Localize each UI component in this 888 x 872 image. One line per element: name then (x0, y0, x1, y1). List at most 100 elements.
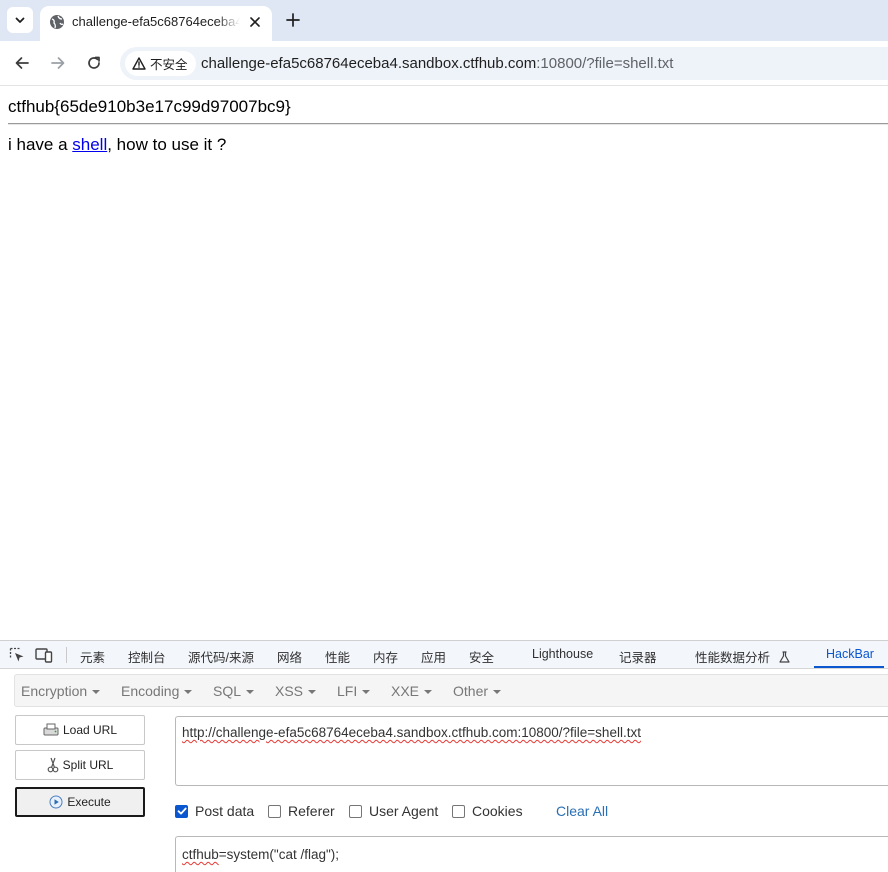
devtools-tab-memory[interactable]: 内存 (373, 647, 398, 666)
post-data-label: Post data (195, 803, 255, 819)
back-icon (15, 57, 29, 69)
devtools-tab-sources[interactable]: 源代码/来源 (188, 647, 254, 666)
devtools-tabbar: 元素 控制台 源代码/来源 网络 性能 内存 应用 安全 Lighthouse … (0, 641, 888, 669)
menu-xxe-label: XXE (391, 683, 420, 699)
split-url-button[interactable]: Split URL (15, 750, 145, 780)
caret-down-icon (184, 690, 193, 694)
devtools-tab-hackbar[interactable]: HackBar (826, 647, 874, 661)
post-data-option[interactable]: Post data (175, 803, 254, 819)
caret-down-icon (308, 690, 317, 694)
caret-down-icon (424, 690, 433, 694)
devtools-tab-security[interactable]: 安全 (469, 647, 494, 666)
url-text[interactable]: challenge-efa5c68764eceba4.sandbox.ctfhu… (201, 55, 673, 72)
caret-down-icon (92, 690, 101, 694)
devtools-tab-network[interactable]: 网络 (277, 647, 302, 666)
warning-icon (132, 57, 146, 70)
security-label: 不安全 (150, 58, 188, 72)
hackbar-menu: Encryption Encoding SQL XSS LFI XXE Othe… (14, 674, 888, 707)
sentence-start: i have a (8, 135, 73, 154)
address-bar[interactable]: 不安全 challenge-efa5c68764eceba4.sandbox.c… (120, 47, 888, 80)
devtools-tab-performance[interactable]: 性能 (325, 647, 350, 666)
referer-label: Referer (288, 803, 335, 819)
shell-link[interactable]: shell (72, 135, 107, 154)
tabbar-divider (66, 647, 67, 663)
flag-text: ctfhub{65de910b3e17c99d97007bc9} (8, 97, 291, 116)
browser-toolbar: 不安全 challenge-efa5c68764eceba4.sandbox.c… (0, 41, 888, 86)
horizontal-rule (8, 123, 888, 125)
forward-icon (51, 57, 65, 69)
menu-encryption[interactable]: Encryption (21, 683, 101, 699)
flask-icon (778, 651, 790, 663)
performance-insights-label: 性能数据分析 (695, 651, 771, 665)
clear-all-link[interactable]: Clear All (556, 803, 608, 819)
chevron-down-icon (15, 17, 25, 23)
reload-button[interactable] (82, 51, 106, 75)
post-data-textarea[interactable]: ctfhub=system("cat /flag"); (175, 836, 888, 872)
checkmark-icon (177, 807, 187, 815)
reload-icon (88, 56, 100, 69)
globe-icon (49, 14, 65, 35)
scissors-icon (47, 757, 59, 773)
caret-down-icon (246, 690, 255, 694)
url-textarea[interactable]: http://challenge-efa5c68764eceba4.sandbo… (175, 716, 888, 786)
hackbar-options: Post data Referer User Agent Cookies Cle… (175, 803, 888, 821)
devtools-tab-application[interactable]: 应用 (421, 647, 446, 666)
menu-lfi[interactable]: LFI (337, 683, 371, 699)
page-content: ctfhub{65de910b3e17c99d97007bc9} i have … (0, 87, 888, 640)
menu-other[interactable]: Other (453, 683, 502, 699)
devtools-panel: 元素 控制台 源代码/来源 网络 性能 内存 应用 安全 Lighthouse … (0, 640, 888, 872)
split-url-label: Split URL (62, 758, 114, 772)
referer-option[interactable]: Referer (268, 803, 335, 819)
sentence-end: , how to use it ? (107, 135, 227, 154)
browser-tab[interactable]: challenge-efa5c68764eceba4.sandbox.ctfhu… (40, 6, 272, 41)
active-tab-indicator (814, 666, 884, 668)
inspect-element-icon[interactable] (8, 646, 26, 664)
cookies-option[interactable]: Cookies (452, 803, 523, 819)
user-agent-option[interactable]: User Agent (349, 803, 438, 819)
new-tab-button[interactable] (280, 7, 306, 33)
back-button[interactable] (10, 51, 34, 75)
load-url-button[interactable]: Load URL (15, 715, 145, 745)
device-toolbar-icon[interactable] (35, 646, 53, 664)
load-icon (43, 723, 59, 736)
menu-lfi-label: LFI (337, 683, 358, 699)
tab-search-button[interactable] (7, 7, 33, 33)
menu-sql[interactable]: SQL (213, 683, 255, 699)
devtools-tab-console[interactable]: 控制台 (128, 647, 166, 666)
close-icon[interactable] (245, 12, 265, 32)
url-textarea-value: http://challenge-efa5c68764eceba4.sandbo… (182, 725, 641, 740)
page-sentence: i have a shell, how to use it ? (8, 135, 226, 155)
menu-other-label: Other (453, 683, 489, 699)
devtools-tab-performance-insights[interactable]: 性能数据分析 (695, 647, 790, 666)
execute-button[interactable]: Execute (15, 787, 145, 817)
plus-icon (286, 13, 300, 27)
devtools-tab-recorder[interactable]: 记录器 (619, 647, 657, 666)
menu-xss[interactable]: XSS (275, 683, 317, 699)
post-data-misspelled-word: ctfhub (182, 847, 219, 862)
execute-label: Execute (67, 795, 111, 809)
menu-encryption-label: Encryption (21, 683, 88, 699)
menu-encoding[interactable]: Encoding (121, 683, 193, 699)
referer-checkbox[interactable] (268, 804, 281, 818)
post-data-value: ctfhub=system("cat /flag"); (182, 847, 339, 862)
post-data-rest: =system("cat /flag"); (218, 847, 340, 862)
menu-encoding-label: Encoding (121, 683, 180, 699)
user-agent-label: User Agent (369, 803, 439, 819)
tab-title: challenge-efa5c68764eceba4.sandbox.ctfhu… (72, 14, 240, 29)
security-indicator[interactable]: 不安全 (125, 51, 196, 76)
menu-sql-label: SQL (213, 683, 242, 699)
menu-xxe[interactable]: XXE (391, 683, 433, 699)
devtools-tab-elements[interactable]: 元素 (80, 647, 105, 666)
caret-down-icon (493, 690, 502, 694)
cookies-label: Cookies (472, 803, 523, 819)
cookies-checkbox[interactable] (452, 804, 465, 818)
devtools-tab-lighthouse[interactable]: Lighthouse (532, 647, 593, 661)
url-path: :10800/?file=shell.txt (536, 55, 674, 72)
post-data-checkbox[interactable] (175, 804, 188, 818)
menu-xss-label: XSS (275, 683, 304, 699)
user-agent-checkbox[interactable] (349, 804, 362, 818)
url-host: challenge-efa5c68764eceba4.sandbox.ctfhu… (201, 55, 537, 72)
post-data-text: ctfhub=system("cat /flag"); (182, 847, 339, 862)
forward-button[interactable] (46, 51, 70, 75)
caret-down-icon (362, 690, 371, 694)
